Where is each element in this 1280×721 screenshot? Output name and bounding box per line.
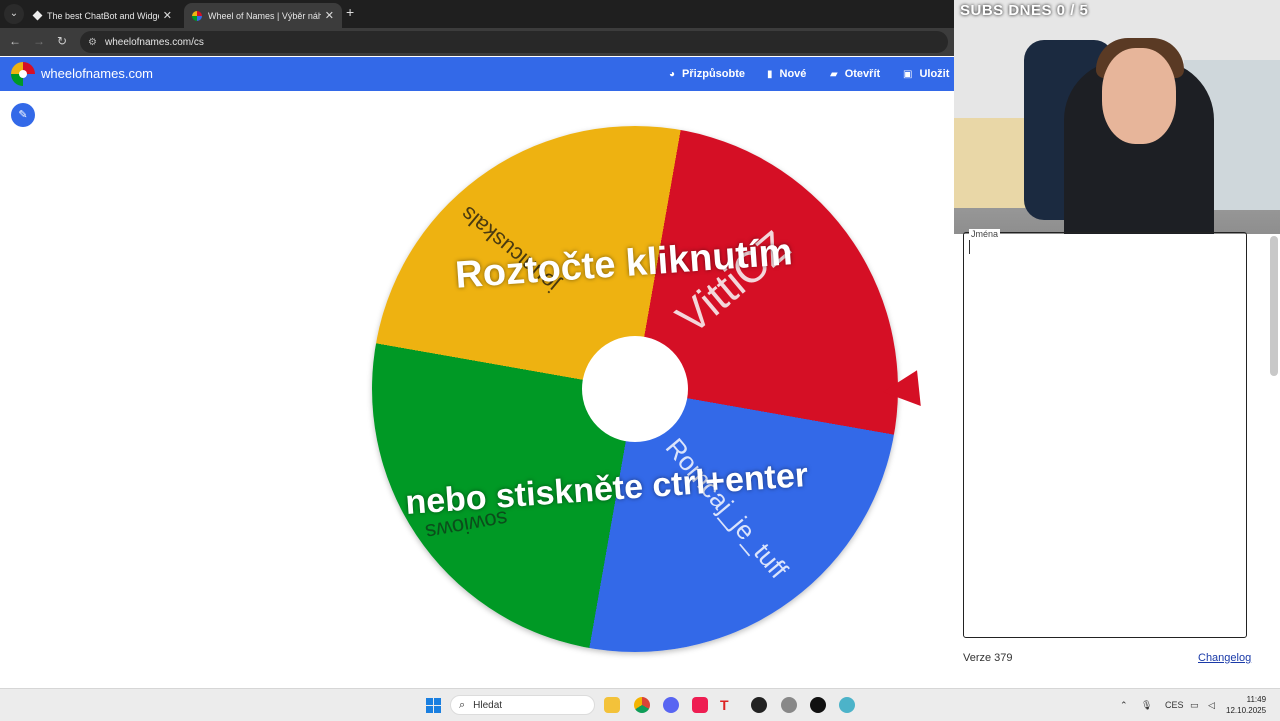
brand-name[interactable]: wheelofnames.com [41, 66, 153, 81]
open-button[interactable]: ▰ Otevřít [830, 68, 880, 80]
close-tab-icon[interactable]: ✕ [325, 9, 334, 22]
address-bar[interactable]: ⚙ wheelofnames.com/cs [80, 31, 948, 53]
cam-head [1102, 48, 1176, 144]
search-placeholder: Hledat [473, 699, 503, 711]
wheel-favicon-icon [192, 10, 202, 21]
panel-scrollbar[interactable] [1270, 236, 1278, 376]
text-app-icon[interactable]: T [720, 697, 736, 713]
edit-pencil-icon[interactable]: ✎ [11, 103, 35, 127]
text-caret [969, 240, 970, 254]
new-button[interactable]: ▮ Nové [767, 68, 806, 80]
save-label: Uložit [919, 68, 950, 80]
browser-app-icon[interactable] [839, 697, 855, 713]
site-settings-icon[interactable]: ⚙ [88, 37, 97, 48]
search-icon: ⌕ [459, 698, 466, 711]
webcam-overlay: SUBS DNES 0 / 5 [954, 0, 1280, 234]
file-icon: ▮ [767, 68, 773, 80]
wheel-center[interactable] [582, 336, 688, 442]
save-icon: ▣ [903, 68, 913, 80]
volume-icon[interactable]: ◁ [1208, 700, 1215, 711]
tab-title: The best ChatBot and Widgets [47, 10, 159, 21]
network-icon[interactable]: ▭ [1190, 700, 1199, 711]
app-g-icon[interactable] [810, 697, 826, 713]
taskbar-clock[interactable]: 11:49 12.10.2025 [1226, 694, 1266, 716]
new-tab-icon[interactable]: + [346, 4, 354, 20]
reload-icon[interactable]: ↻ [57, 34, 67, 48]
cam-pillow [954, 118, 1034, 208]
customize-label: Přizpůsobte [682, 68, 745, 80]
save-button[interactable]: ▣ Uložit [903, 68, 949, 80]
tab-wheel-of-names[interactable]: Wheel of Names | Výběr náhod ✕ [184, 3, 342, 28]
tab-title: Wheel of Names | Výběr náhod [208, 10, 321, 21]
tab-search-icon[interactable]: ⌄ [4, 4, 24, 24]
palette-icon: ◕ [669, 68, 676, 80]
settings-gear-icon[interactable] [781, 697, 797, 713]
clock-time: 11:49 [1246, 695, 1267, 704]
wheel-pointer-icon [881, 370, 921, 410]
close-tab-icon[interactable]: ✕ [163, 9, 172, 22]
windows-start-icon[interactable] [426, 698, 441, 713]
microphone-icon[interactable]: 🎙 [1141, 700, 1152, 711]
entries-label: Jména [969, 229, 1001, 239]
app-header: wheelofnames.com ◕ Přizpůsobte ▮ Nové ▰ … [0, 57, 955, 91]
file-explorer-icon[interactable] [604, 697, 620, 713]
chrome-icon[interactable] [634, 697, 650, 713]
taskbar: ⌕ Hledat T ⌃ 🎙 CES ▭ ◁ 11:49 12.10.2025 [0, 688, 1280, 721]
language-indicator[interactable]: CES [1165, 700, 1184, 710]
subs-counter: SUBS DNES 0 / 5 [960, 2, 1089, 19]
folder-icon: ▰ [830, 68, 838, 80]
tray-chevron-icon[interactable]: ⌃ [1120, 700, 1128, 711]
changelog-link[interactable]: Changelog [1198, 652, 1251, 664]
wheel-logo-icon[interactable] [11, 62, 35, 86]
taskbar-search[interactable]: ⌕ Hledat [450, 695, 595, 715]
tiktok-icon[interactable] [692, 697, 708, 713]
open-label: Otevřít [844, 68, 881, 80]
forward-icon[interactable]: → [33, 34, 45, 48]
new-label: Nové [779, 68, 807, 80]
discord-icon[interactable] [663, 697, 679, 713]
version-text: Verze 379 [963, 652, 1013, 664]
entries-textarea[interactable] [963, 232, 1247, 638]
back-icon[interactable]: ← [9, 34, 21, 48]
clock-date: 12.10.2025 [1226, 706, 1267, 715]
customize-button[interactable]: ◕ Přizpůsobte [669, 68, 745, 80]
tab-chatbot[interactable]: The best ChatBot and Widgets ✕ [26, 3, 180, 28]
obs-icon[interactable] [751, 697, 767, 713]
address-text: wheelofnames.com/cs [104, 36, 204, 48]
chatbot-favicon-icon [32, 10, 43, 21]
